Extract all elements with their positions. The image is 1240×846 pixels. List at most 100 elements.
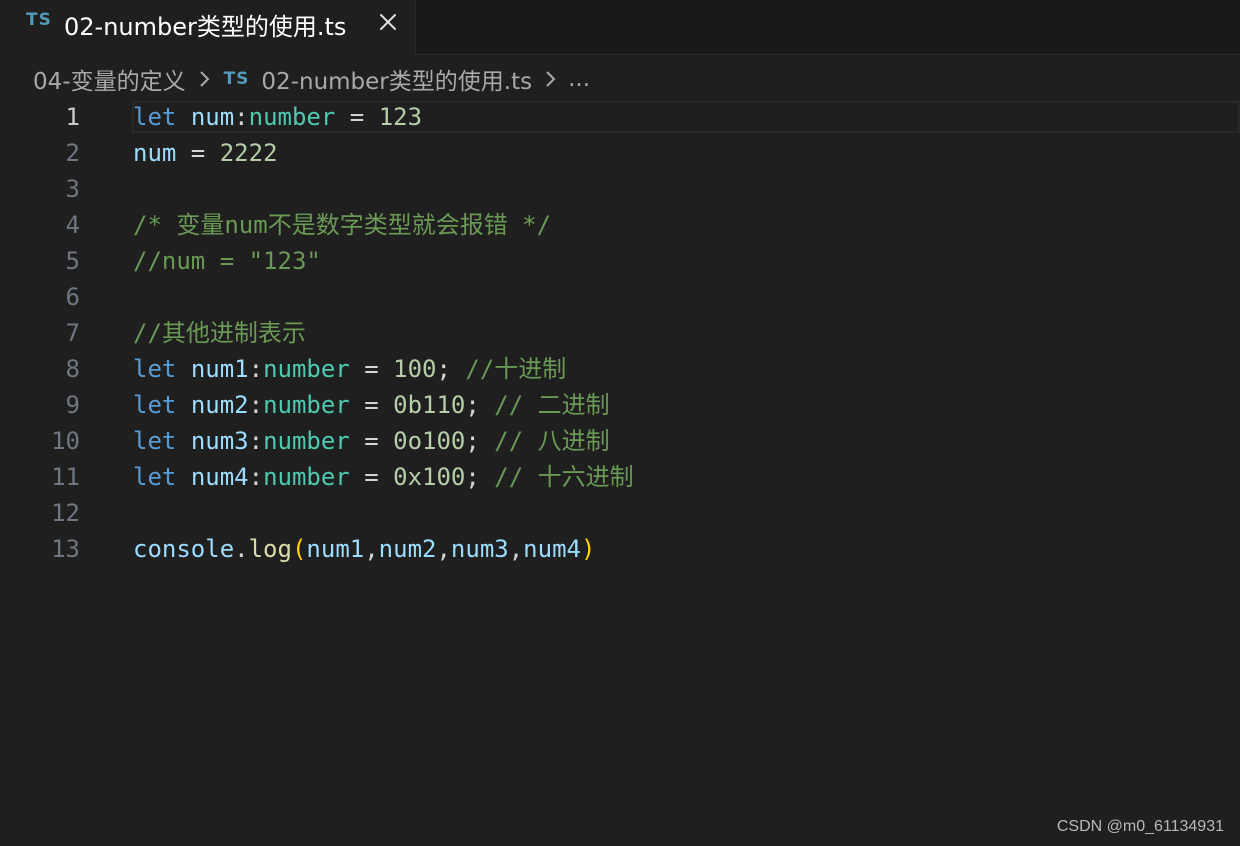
code-token: num3 (190, 427, 249, 455)
code-token: = (349, 463, 394, 491)
code-text[interactable]: //其他进制表示 (133, 315, 306, 351)
code-token: 0b110 (393, 391, 466, 419)
line-number: 7 (65, 319, 80, 347)
code-token: : (248, 355, 264, 383)
chevron-right-icon (192, 67, 216, 91)
code-text[interactable]: let num:number = 123 (133, 99, 422, 135)
code-line[interactable]: 5 //num = "123" (0, 243, 1240, 279)
watermark: CSDN @m0_61134931 (1056, 818, 1224, 835)
breadcrumb: 04-变量的定义 TS 02-number类型的使用.ts ... (33, 62, 590, 96)
code-token: ) (580, 535, 596, 563)
line-number: 4 (65, 211, 80, 239)
code-token: num2 (378, 535, 437, 563)
line-number: 2 (65, 139, 80, 167)
line-number: 11 (51, 463, 80, 491)
code-token: : (248, 463, 264, 491)
line-number: 6 (65, 283, 80, 311)
code-token: let (133, 463, 177, 491)
code-line[interactable]: 12 (0, 495, 1240, 531)
code-token: ; (436, 355, 466, 383)
code-text[interactable]: let num2:number = 0b110; // 二进制 (133, 387, 610, 423)
code-token: = (349, 355, 394, 383)
code-token: num4 (523, 535, 581, 563)
code-token: // 二进制 (494, 391, 610, 419)
breadcrumb-folder[interactable]: 04-变量的定义 (33, 62, 186, 96)
code-token: = (349, 427, 394, 455)
tab-title: 02-number类型的使用.ts (64, 13, 347, 41)
code-token: let (133, 427, 177, 455)
code-token: , (364, 535, 379, 563)
code-token: number (263, 463, 350, 491)
code-line[interactable]: 1 let num:number = 123 (0, 99, 1240, 135)
code-token: console (133, 535, 235, 563)
tab-bar: TS 02-number类型的使用.ts (0, 0, 1240, 55)
code-line[interactable]: 9 let num2:number = 0b110; // 二进制 (0, 387, 1240, 423)
code-line[interactable]: 8 let num1:number = 100; //十进制 (0, 351, 1240, 387)
code-token: num1 (190, 355, 249, 383)
code-line[interactable]: 13 console.log(num1,num2,num3,num4) (0, 531, 1240, 567)
code-token: 0x100 (393, 463, 466, 491)
code-token: , (508, 535, 524, 563)
code-token: //十进制 (465, 355, 567, 383)
code-editor[interactable]: 1 let num:number = 123 2 num = 2222 3 4/* 变量n… (0, 99, 1240, 839)
code-token: let (133, 355, 177, 383)
code-token: : (234, 103, 249, 131)
line-number: 10 (51, 427, 80, 455)
code-token: number (263, 355, 350, 383)
code-token: num3 (450, 535, 509, 563)
code-token: num (133, 139, 177, 167)
breadcrumb-file[interactable]: 02-number类型的使用.ts (261, 62, 532, 96)
code-token: ( (291, 535, 307, 563)
code-token: num (190, 103, 235, 131)
code-token: log (248, 535, 292, 563)
code-text[interactable]: let num4:number = 0x100; // 十六进制 (133, 459, 634, 495)
code-token: num1 (306, 535, 365, 563)
code-line[interactable]: 10 let num3:number = 0o100; // 八进制 (0, 423, 1240, 459)
code-line[interactable]: 3 (0, 171, 1240, 207)
code-token: ; (465, 463, 495, 491)
code-token: num4 (190, 463, 249, 491)
code-line[interactable]: 6 (0, 279, 1240, 315)
close-icon[interactable] (376, 10, 400, 34)
code-line[interactable]: 2 num = 2222 (0, 135, 1240, 171)
code-text[interactable]: let num3:number = 0o100; // 八进制 (133, 423, 610, 459)
code-token: let (133, 103, 177, 131)
code-text[interactable]: num = 2222 (133, 135, 278, 171)
editor-tab[interactable]: TS 02-number类型的使用.ts (0, 0, 416, 55)
code-line[interactable]: 4 /* 变量num不是数字类型就会报错 */ (0, 207, 1240, 243)
code-token: , (436, 535, 451, 563)
code-token: 2222 (219, 139, 278, 167)
line-number: 3 (65, 175, 80, 203)
typescript-file-icon: TS (26, 10, 52, 30)
code-token: ; (465, 427, 495, 455)
code-line[interactable]: 7 //其他进制表示 (0, 315, 1240, 351)
breadcrumb-more[interactable]: ... (568, 66, 590, 92)
code-token: number (263, 427, 350, 455)
chevron-right-icon (538, 67, 562, 91)
code-line[interactable]: 11 let num4:number = 0x100; // 十六进制 (0, 459, 1240, 495)
code-text[interactable]: console.log(num1,num2,num3,num4) (133, 531, 595, 567)
code-token: 123 (378, 103, 423, 131)
line-number: 1 (65, 103, 80, 131)
code-text[interactable]: let num1:number = 100; //十进制 (133, 351, 566, 387)
code-token: number (263, 391, 350, 419)
code-token: //num = "123" (133, 247, 321, 275)
code-token: // 八进制 (494, 427, 610, 455)
code-text[interactable]: /* 变量num不是数字类型就会报错 */ (133, 207, 551, 243)
code-token: let (133, 391, 177, 419)
code-token: num2 (190, 391, 249, 419)
code-token: number (248, 103, 336, 131)
code-token: //其他进制表示 (133, 319, 306, 347)
line-number: 8 (65, 355, 80, 383)
line-number: 13 (51, 535, 80, 563)
code-token: // 十六进制 (494, 463, 634, 491)
line-number: 9 (65, 391, 80, 419)
code-text[interactable]: //num = "123" (133, 243, 321, 279)
code-token: /* 变量num不是数字类型就会报错 */ (133, 211, 552, 239)
code-token: : (248, 391, 264, 419)
